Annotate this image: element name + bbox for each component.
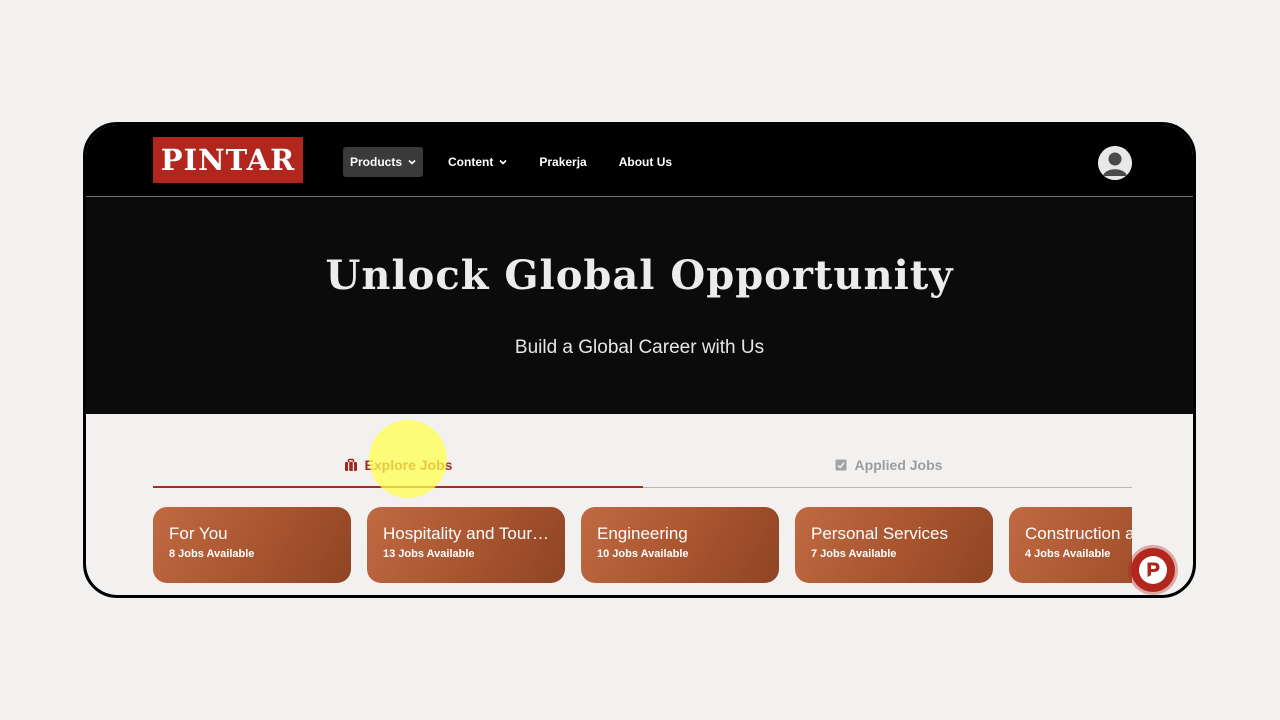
- tab-label: Explore Jobs: [364, 456, 453, 473]
- category-title: For You: [169, 524, 228, 543]
- nav-item-label: About Us: [618, 155, 673, 169]
- nav-item-label: Content: [448, 155, 494, 169]
- top-navbar: PINTAR Products Content Prakerja About U…: [86, 125, 1193, 197]
- category-job-count: 13 Jobs Available: [383, 548, 475, 560]
- category-card-personal-services[interactable]: Personal Services 7 Jobs Available: [795, 507, 993, 583]
- pintar-logo[interactable]: PINTAR: [153, 137, 303, 183]
- nav-menu: Products Content Prakerja About Us: [343, 147, 697, 177]
- tab-applied-jobs[interactable]: Applied Jobs: [643, 443, 1133, 487]
- chevron-down-icon: [408, 159, 416, 165]
- chevron-down-icon: [499, 159, 507, 165]
- hero-banner: Unlock Global Opportunity Build a Global…: [86, 197, 1193, 414]
- category-title: Hospitality and Tourism: [383, 524, 549, 543]
- category-title: Engineering: [597, 524, 688, 543]
- category-carousel: For You 8 Jobs Available Hospitality and…: [153, 507, 1132, 587]
- document-check-icon: [835, 459, 847, 471]
- category-card-hospitality[interactable]: Hospitality and Tourism 13 Jobs Availabl…: [367, 507, 565, 583]
- nav-item-prakerja[interactable]: Prakerja: [532, 147, 593, 177]
- tab-label: Applied Jobs: [854, 457, 943, 473]
- nav-item-products[interactable]: Products: [343, 147, 424, 177]
- chat-widget-button[interactable]: [1131, 548, 1175, 592]
- category-card-construction[interactable]: Construction and Labor 4 Jobs Available: [1009, 507, 1132, 583]
- category-card-for-you[interactable]: For You 8 Jobs Available: [153, 507, 351, 583]
- briefcase-icon: [344, 458, 357, 471]
- user-silhouette-icon: [1098, 146, 1132, 180]
- category-job-count: 7 Jobs Available: [811, 548, 897, 560]
- category-cards: For You 8 Jobs Available Hospitality and…: [153, 507, 1132, 583]
- category-job-count: 10 Jobs Available: [597, 548, 689, 560]
- nav-item-content[interactable]: Content: [441, 147, 514, 177]
- page-screen: PINTAR Products Content Prakerja About U…: [86, 125, 1193, 595]
- job-tabs: Explore Jobs Applied Jobs: [153, 443, 1132, 488]
- nav-item-about-us[interactable]: About Us: [612, 147, 679, 177]
- category-title: Construction and Labor: [1025, 524, 1132, 543]
- user-avatar-icon[interactable]: [1098, 146, 1132, 180]
- hero-subtitle: Build a Global Career with Us: [514, 337, 765, 358]
- category-card-engineering[interactable]: Engineering 10 Jobs Available: [581, 507, 779, 583]
- category-job-count: 4 Jobs Available: [1025, 548, 1111, 560]
- nav-item-label: Products: [350, 155, 403, 169]
- category-job-count: 8 Jobs Available: [169, 548, 255, 560]
- category-title: Personal Services: [811, 524, 949, 543]
- nav-item-label: Prakerja: [539, 155, 587, 169]
- hero-title: Unlock Global Opportunity: [325, 252, 954, 299]
- tab-explore-jobs[interactable]: Explore Jobs: [153, 443, 643, 488]
- browser-frame: PINTAR Products Content Prakerja About U…: [83, 122, 1196, 598]
- chat-p-logo-icon: [1139, 556, 1167, 584]
